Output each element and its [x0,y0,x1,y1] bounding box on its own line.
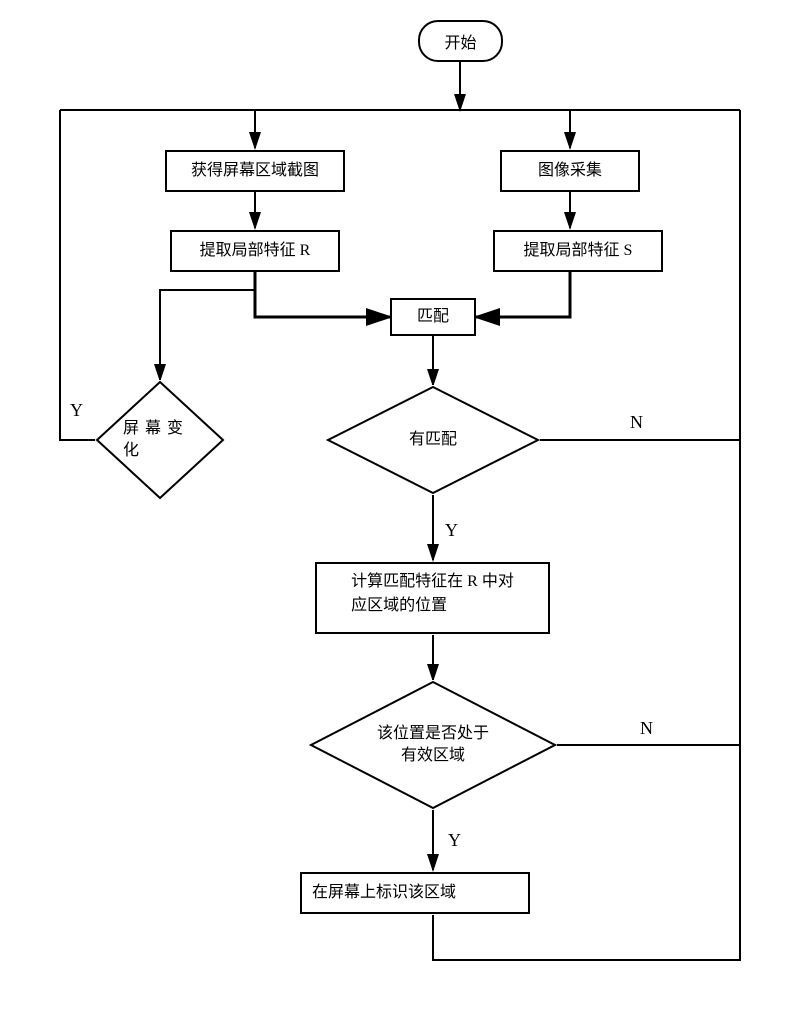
start-label: 开始 [444,29,476,53]
process-calc-position: 计算匹配特征在 R 中对 应区域的位置 [315,562,550,634]
decision-in-valid-area: 该位置是否处于 有效区域 [309,680,557,810]
in-valid-text: 该位置是否处于 有效区域 [377,723,489,768]
decision-has-match: 有匹配 [326,385,540,495]
has-match-text: 有匹配 [409,429,457,451]
process-match: 匹配 [390,298,476,336]
decision-screen-change: 屏幕变 化 [95,380,225,500]
process-mark-area: 在屏幕上标识该区域 [300,872,530,914]
start-terminator: 开始 [418,20,503,62]
label-y-screen-change: Y [70,400,83,421]
process-feature-s: 提取局部特征 S [493,230,663,272]
label-n-in-valid: N [640,718,653,739]
mark-area-label: 在屏幕上标识该区域 [312,881,456,905]
feature-r-label: 提取局部特征 R [200,239,311,263]
calc-position-text: 计算匹配特征在 R 中对 应区域的位置 [351,570,514,618]
process-capture-screen: 获得屏幕区域截图 [165,150,345,192]
label-y-has-match: Y [445,520,458,541]
flowchart-canvas: 开始 获得屏幕区域截图 图像采集 提取局部特征 R 提取局部特征 S 匹配 屏幕… [0,0,800,1030]
capture-screen-label: 获得屏幕区域截图 [191,159,319,183]
process-capture-image: 图像采集 [500,150,640,192]
label-n-has-match: N [630,412,643,433]
process-feature-r: 提取局部特征 R [170,230,340,272]
label-y-in-valid: Y [448,830,461,851]
feature-s-label: 提取局部特征 S [524,239,633,263]
capture-image-label: 图像采集 [538,159,602,183]
match-label: 匹配 [417,305,449,329]
screen-change-text: 屏幕变 化 [123,418,189,463]
